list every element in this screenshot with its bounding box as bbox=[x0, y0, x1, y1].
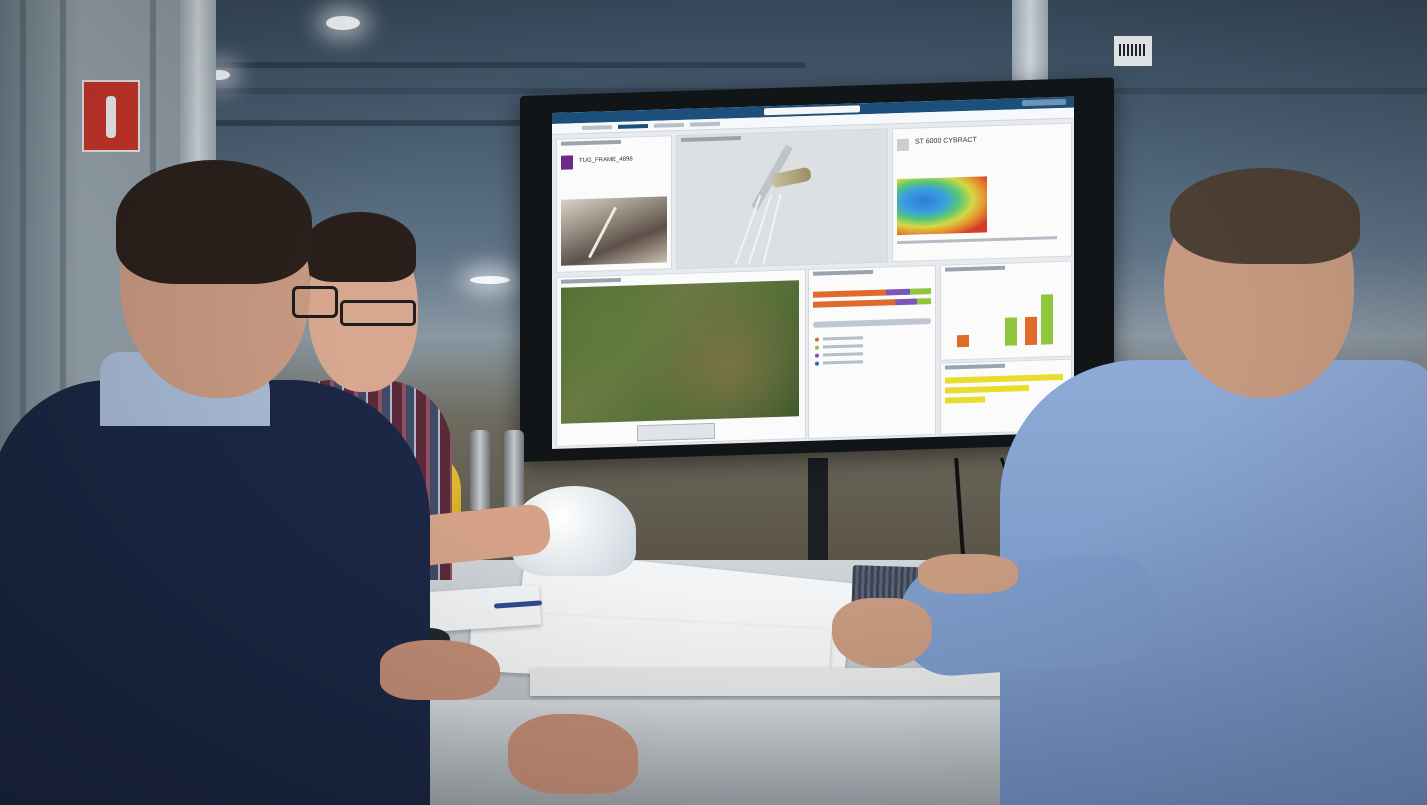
legend-dot bbox=[815, 345, 819, 350]
document-widget: TUG_FRAME_4898 bbox=[556, 135, 672, 273]
simulation-title: ST 6000 CYBRACT bbox=[915, 136, 977, 146]
progress-bar bbox=[945, 396, 985, 404]
widget-header bbox=[945, 363, 1005, 370]
glasses bbox=[292, 286, 338, 318]
simulation-caption bbox=[897, 236, 1057, 245]
app-tab bbox=[690, 121, 720, 127]
legend-dot bbox=[815, 353, 819, 358]
legend-text bbox=[823, 336, 863, 341]
person-hair bbox=[304, 212, 416, 282]
site-photo bbox=[561, 196, 667, 266]
progress-bar bbox=[945, 385, 1029, 394]
widget-header bbox=[561, 277, 621, 284]
stacked-bar bbox=[813, 288, 931, 298]
widget-header bbox=[561, 139, 621, 146]
simulation-heatmap bbox=[897, 176, 987, 236]
ceiling-light bbox=[326, 16, 360, 30]
app-tab bbox=[618, 123, 648, 129]
widget-header bbox=[813, 269, 873, 276]
person-hair bbox=[1170, 168, 1360, 264]
widget-header bbox=[945, 265, 1005, 272]
person-hair bbox=[116, 160, 312, 284]
column-chart-widget bbox=[940, 260, 1072, 361]
filter-pill bbox=[813, 318, 931, 328]
table-edge bbox=[400, 700, 1080, 805]
person-hand bbox=[380, 640, 500, 700]
map-widget bbox=[556, 269, 806, 447]
person-hand bbox=[918, 554, 1018, 594]
person-navy-sweater bbox=[0, 380, 430, 805]
app-tab bbox=[654, 122, 684, 128]
simulation-widget: ST 6000 CYBRACT bbox=[892, 122, 1072, 263]
map-toolbar bbox=[637, 422, 715, 442]
fire-extinguisher-sign-icon bbox=[82, 80, 140, 152]
document-title: TUG_FRAME_4898 bbox=[579, 156, 633, 165]
document-icon bbox=[561, 155, 573, 170]
avatar bbox=[897, 138, 909, 152]
person-hand bbox=[508, 714, 638, 794]
column-bar bbox=[957, 334, 969, 348]
ceiling-light bbox=[470, 276, 510, 284]
3d-model-rail bbox=[762, 193, 782, 265]
stacked-bar-widget bbox=[808, 264, 936, 439]
wall-monitor: TUG_FRAME_4898 ST 6000 CYBRACT bbox=[520, 77, 1114, 462]
column-bar bbox=[1041, 294, 1053, 345]
ceiling-beam bbox=[205, 62, 805, 68]
person-hand bbox=[832, 598, 932, 668]
legend-dot bbox=[815, 361, 819, 366]
barcode-sticker bbox=[1114, 36, 1152, 66]
3d-viewer-widget bbox=[676, 128, 888, 270]
app-tab bbox=[582, 125, 612, 131]
glasses bbox=[340, 300, 416, 326]
progress-bar bbox=[945, 373, 1063, 384]
legend-text bbox=[823, 352, 863, 357]
app-user-menu bbox=[1022, 98, 1066, 107]
column-bar bbox=[1025, 316, 1037, 346]
column-bar bbox=[1005, 317, 1017, 346]
3d-model-rail bbox=[734, 195, 762, 265]
gas-bottle bbox=[470, 430, 490, 510]
widget-header bbox=[681, 136, 741, 142]
stacked-bar bbox=[813, 298, 931, 308]
satellite-map bbox=[561, 280, 799, 424]
legend-dot bbox=[815, 337, 819, 342]
legend-text bbox=[823, 360, 863, 365]
gas-bottle bbox=[504, 430, 524, 510]
photo-scene: TUG_FRAME_4898 ST 6000 CYBRACT bbox=[0, 0, 1427, 805]
monitor-screen: TUG_FRAME_4898 ST 6000 CYBRACT bbox=[552, 96, 1074, 449]
legend-text bbox=[823, 344, 863, 349]
